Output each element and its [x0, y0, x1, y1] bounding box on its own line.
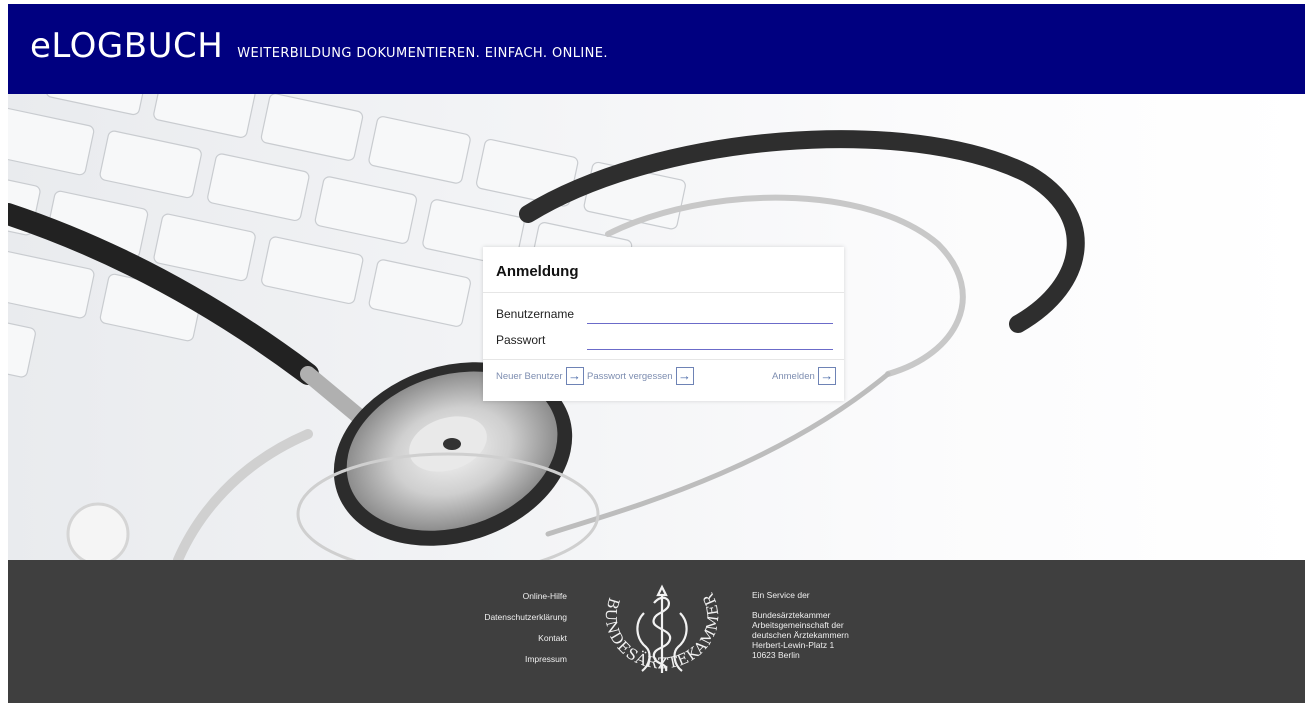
brand: eLOGBUCH WEITERBILDUNG DOKUMENTIEREN. EI…	[30, 26, 608, 66]
imprint-link[interactable]: Impressum	[484, 653, 567, 674]
username-input[interactable]	[587, 305, 833, 324]
footer: Online-Hilfe Datenschutzerklärung Kontak…	[8, 560, 1305, 703]
online-help-link[interactable]: Online-Hilfe	[484, 590, 567, 611]
login-button-label: Anmelden	[772, 370, 815, 382]
password-label: Passwort	[496, 333, 546, 347]
service-line: deutschen Ärztekammern	[752, 630, 849, 640]
forgot-password-label: Passwort vergessen	[587, 370, 673, 382]
service-line: Bundesärztekammer	[752, 610, 831, 620]
login-button[interactable]: Anmelden →	[772, 367, 836, 385]
service-heading: Ein Service der	[752, 590, 810, 600]
forgot-password-link[interactable]: Passwort vergessen →	[587, 367, 694, 385]
password-input[interactable]	[587, 331, 833, 350]
privacy-policy-link[interactable]: Datenschutzerklärung	[484, 611, 567, 632]
page-frame: eLOGBUCH WEITERBILDUNG DOKUMENTIEREN. EI…	[8, 4, 1305, 703]
service-line: 10623 Berlin	[752, 650, 800, 660]
bundesaerztekammer-seal: BUNDESÄRZTEKAMMER	[602, 584, 722, 673]
footer-links: Online-Hilfe Datenschutzerklärung Kontak…	[484, 590, 567, 674]
arrow-right-icon[interactable]: →	[675, 367, 694, 385]
arrow-right-icon[interactable]: →	[565, 367, 584, 385]
divider	[483, 359, 844, 360]
service-line: Arbeitsgemeinschaft der	[752, 620, 844, 630]
arrow-right-icon[interactable]: →	[817, 367, 836, 385]
username-label: Benutzername	[496, 307, 575, 321]
header: eLOGBUCH WEITERBILDUNG DOKUMENTIEREN. EI…	[8, 4, 1305, 94]
login-title: Anmeldung	[496, 263, 579, 280]
contact-link[interactable]: Kontakt	[484, 632, 567, 653]
login-panel: Anmeldung Benutzername Passwort Neuer Be…	[483, 247, 844, 401]
service-info: Ein Service der Bundesärztekammer Arbeit…	[752, 590, 849, 660]
new-user-link[interactable]: Neuer Benutzer →	[496, 367, 584, 385]
new-user-label: Neuer Benutzer	[496, 370, 563, 382]
brand-tagline: WEITERBILDUNG DOKUMENTIEREN. EINFACH. ON…	[237, 46, 608, 61]
brand-logo: eLOGBUCH	[30, 26, 224, 66]
service-line: Herbert-Lewin-Platz 1	[752, 640, 835, 650]
divider	[483, 292, 844, 293]
